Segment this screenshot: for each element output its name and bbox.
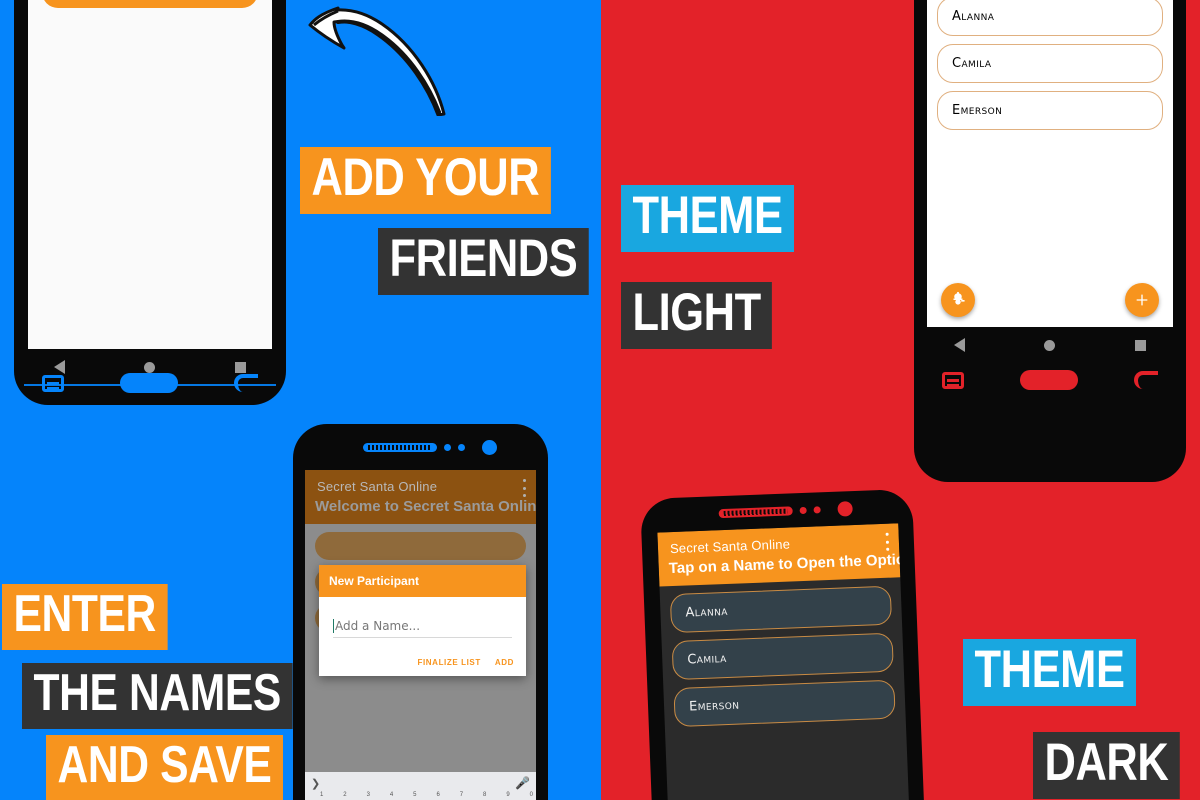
kebab-menu-icon[interactable] [885,532,890,551]
circle-home-icon[interactable] [1044,339,1056,351]
front-camera-icon [482,440,497,455]
chevron-right-icon[interactable]: ❯ [311,777,320,790]
list-item[interactable]: Camila [671,632,894,681]
home-pill-icon[interactable] [1020,370,1078,390]
callout-and-save: AND SAVE [46,735,283,800]
add-button[interactable]: ADD [495,658,514,667]
list-item[interactable]: Camila [937,44,1163,83]
name-input-placeholder: Add a Name... [335,619,421,633]
keyboard-row-1: Q1 W2 E3 R4 T5 Y6 U7 I8 O9 P0 [305,792,536,800]
curved-arrow-up-left-icon [308,6,446,116]
add-participant-fab[interactable] [1125,283,1159,317]
proximity-sensor-icon [444,444,451,451]
earpiece-speaker [363,443,437,452]
app-title: Secret Santa Online [317,479,438,494]
santa-shuffle-fab[interactable] [941,283,975,317]
kebab-menu-icon[interactable] [522,479,526,497]
triangle-back-icon[interactable] [953,338,965,352]
list-item[interactable]: Alanna [669,585,893,634]
back-arrow-hardware-icon[interactable] [1134,371,1158,389]
phone-light-display: Secret Santa Online Tap on a Name to Ope… [927,0,1173,327]
square-recents-icon[interactable] [1135,339,1147,351]
callout-theme-dark-value: DARK [1033,732,1180,799]
hardware-button-row [14,362,286,404]
back-arrow-hardware-icon[interactable] [234,374,258,392]
screenshot-stage: CREATE A NEW SECRET SANTA REVEAL SECRET … [0,0,1200,800]
hardware-button-row [914,362,1186,398]
app-bar-dark: Secret Santa Online Tap on a Name to Ope… [657,523,912,587]
callout-add-your: ADD YOUR [300,147,551,214]
list-item-placeholder [315,532,526,560]
plus-icon [1136,294,1148,306]
callout-the-names: THE NAMES [22,663,293,729]
santa-shuffle-icon [953,291,965,305]
list-item[interactable]: Alanna [937,0,1163,36]
name-list-light: Alanna Camila Emerson [927,0,1173,130]
app-subtitle: Welcome to Secret Santa Online! [315,498,536,515]
dialog-body: Add a Name... [319,597,526,646]
callout-theme-light-heading: THEME [621,185,795,252]
phone-dark-display: Secret Santa Online Tap on a Name to Ope… [657,523,912,800]
phone-home-screen: CREATE A NEW SECRET SANTA REVEAL SECRET … [14,0,286,405]
new-participant-dialog: New Participant Add a Name... FINALIZE L… [319,565,526,676]
phone-dialog-display: Secret Santa Online Welcome to Secret Sa… [305,470,536,800]
menu-hardware-icon[interactable] [942,371,964,389]
phone-notch [363,440,497,455]
dialog-action-row: FINALIZE LIST ADD [319,646,526,676]
phone-home-display: CREATE A NEW SECRET SANTA REVEAL SECRET … [28,0,272,349]
front-camera-icon [837,501,853,517]
on-screen-keyboard: ❯ 🎤 Q1 W2 E3 R4 T5 Y6 U7 I8 O9 P0 A [305,772,536,800]
microphone-icon[interactable]: 🎤 [515,776,530,790]
dialog-title: New Participant [319,565,526,597]
text-caret [333,619,334,633]
phone-new-participant-dialog: Secret Santa Online Welcome to Secret Sa… [293,424,548,800]
earpiece-speaker [718,506,793,519]
keyboard-suggestion-strip: ❯ 🎤 [305,772,536,794]
name-input-field[interactable]: Add a Name... [333,619,512,638]
list-item[interactable]: Emerson [937,91,1163,130]
light-sensor-icon [813,506,821,514]
callout-friends: FRIENDS [378,228,589,295]
app-bar-dimmed: Secret Santa Online Welcome to Secret Sa… [305,470,536,524]
phone-notch [718,501,853,521]
callout-theme-dark-heading: THEME [963,639,1137,706]
light-sensor-icon [458,444,465,451]
list-item[interactable]: Emerson [673,679,896,728]
menu-hardware-icon[interactable] [42,374,64,392]
callout-enter: ENTER [2,584,168,650]
name-list-dark: Alanna Camila Emerson [660,585,906,728]
phone-light-theme: Secret Santa Online Tap on a Name to Ope… [914,0,1186,482]
finalize-list-button[interactable]: FINALIZE LIST [418,658,481,667]
phone-dark-theme: Secret Santa Online Tap on a Name to Ope… [640,488,927,800]
home-pill-icon[interactable] [120,373,178,393]
proximity-sensor-icon [799,506,807,515]
callout-theme-light-value: LIGHT [621,282,773,349]
android-navigation-bar [914,330,1186,360]
reveal-secret-santa-button[interactable]: REVEAL SECRET SANTA [42,0,258,8]
